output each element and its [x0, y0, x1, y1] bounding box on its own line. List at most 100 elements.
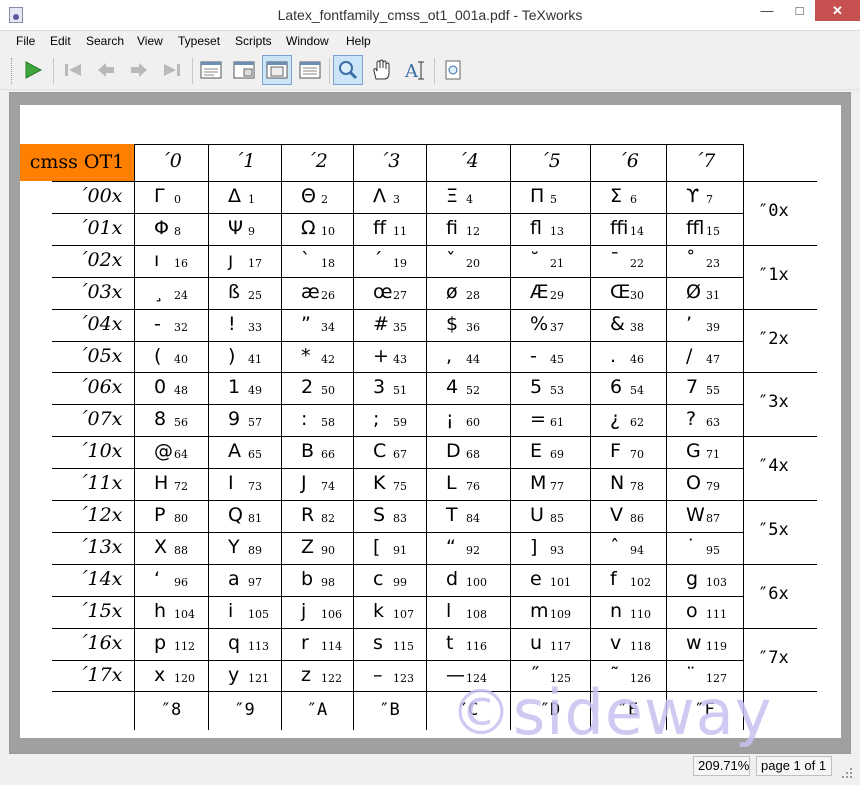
char-glyph: 9 — [228, 408, 241, 430]
row-label: ´03x — [78, 281, 123, 303]
menu-file[interactable]: File — [16, 34, 35, 48]
magnify-tool-icon[interactable] — [333, 55, 363, 85]
char-code: 17 — [248, 257, 262, 270]
maximize-icon[interactable]: □ — [784, 0, 815, 21]
char-code: 72 — [174, 480, 188, 493]
close-icon[interactable]: ✕ — [815, 0, 860, 21]
pdf-viewer[interactable]: cmss OT1 ´0 ´1 ´2 ´3 ´4 ´5 ´6 ´7 ´00x ´01x ´02x ´03… — [9, 92, 851, 754]
char-code: 48 — [174, 384, 188, 397]
char-code: 32 — [174, 321, 188, 334]
char-code: 34 — [321, 321, 335, 334]
char-glyph: “ — [446, 536, 456, 558]
char-glyph: ! — [228, 313, 236, 335]
char-glyph: i — [228, 600, 234, 622]
side-label: ″4x — [758, 456, 789, 476]
toolbar-grip[interactable] — [11, 58, 14, 84]
char-glyph: , — [446, 345, 453, 367]
char-glyph: w — [686, 632, 702, 654]
char-glyph: : — [301, 408, 308, 430]
menu-search[interactable]: Search — [86, 34, 124, 48]
char-code: 61 — [550, 416, 564, 429]
char-code: 37 — [550, 321, 564, 334]
menu-bar: File Edit Search View Typeset Scripts Wi… — [0, 31, 860, 52]
last-page-icon[interactable] — [157, 55, 187, 85]
resize-grip-icon[interactable] — [840, 766, 854, 780]
char-code: 84 — [466, 512, 480, 525]
char-glyph: z — [301, 664, 311, 686]
char-glyph: F — [610, 440, 621, 462]
char-glyph: I — [228, 472, 234, 494]
char-code: 105 — [248, 608, 269, 621]
char-glyph: S — [373, 504, 386, 526]
char-code: 64 — [174, 448, 188, 461]
menu-help[interactable]: Help — [346, 34, 371, 48]
menu-typeset[interactable]: Typeset — [178, 34, 220, 48]
char-glyph: q — [228, 632, 241, 654]
char-code: 40 — [174, 353, 188, 366]
char-glyph: Ψ — [228, 217, 243, 239]
char-glyph: 5 — [530, 376, 543, 398]
char-glyph: f — [610, 568, 617, 590]
page-indicator: page 1 of 1 — [756, 756, 832, 776]
char-code: 16 — [174, 257, 188, 270]
column-header: ´0 — [160, 150, 182, 172]
fit-content-icon[interactable] — [295, 55, 325, 85]
char-code: 104 — [174, 608, 195, 621]
char-code: 120 — [174, 672, 195, 685]
first-page-icon[interactable] — [58, 55, 88, 85]
previous-page-icon[interactable] — [91, 55, 121, 85]
char-code: 108 — [466, 608, 487, 621]
pdf-page: cmss OT1 ´0 ´1 ´2 ´3 ´4 ´5 ´6 ´7 ´00x ´01x ´02x ´03… — [20, 105, 841, 749]
char-glyph: * — [301, 345, 311, 367]
actual-size-icon[interactable] — [196, 55, 226, 85]
title-bar: Latex_fontfamily_cmss_ot1_001a.pdf - TeX… — [0, 0, 860, 31]
goto-source-icon[interactable] — [438, 55, 468, 85]
char-glyph: R — [301, 504, 315, 526]
char-glyph: Y — [228, 536, 240, 558]
char-code: 101 — [550, 576, 571, 589]
menu-window[interactable]: Window — [286, 34, 329, 48]
menu-scripts[interactable]: Scripts — [235, 34, 272, 48]
char-glyph: – — [373, 664, 383, 686]
char-glyph: G — [686, 440, 701, 462]
fit-width-icon[interactable] — [229, 55, 259, 85]
char-code: 118 — [630, 640, 651, 653]
char-glyph: B — [301, 440, 315, 462]
char-glyph: 0 — [154, 376, 167, 398]
hand-scroll-icon[interactable] — [366, 55, 396, 85]
menu-edit[interactable]: Edit — [50, 34, 71, 48]
typeset-run-icon[interactable] — [18, 55, 48, 85]
char-glyph: D — [446, 440, 461, 462]
side-label: ″5x — [758, 520, 789, 540]
fit-page-icon[interactable] — [262, 55, 292, 85]
menu-view[interactable]: View — [137, 34, 163, 48]
char-glyph: O — [686, 472, 701, 494]
char-glyph: b — [301, 568, 314, 590]
char-code: 13 — [550, 225, 564, 238]
side-label: ″3x — [758, 392, 789, 412]
char-glyph: & — [610, 313, 625, 335]
char-code: 19 — [393, 257, 407, 270]
char-code: 42 — [321, 353, 335, 366]
char-code: 94 — [630, 544, 644, 557]
column-header: ´4 — [457, 150, 479, 172]
char-code: 88 — [174, 544, 188, 557]
row-label: ´16x — [78, 632, 123, 654]
side-label: ″2x — [758, 329, 789, 349]
char-glyph: ` — [301, 249, 311, 271]
char-glyph: ; — [373, 408, 380, 430]
char-code: 49 — [248, 384, 262, 397]
char-code: 38 — [630, 321, 644, 334]
select-text-icon[interactable]: A — [399, 55, 429, 85]
char-glyph: h — [154, 600, 167, 622]
next-page-icon[interactable] — [124, 55, 154, 85]
char-glyph: m — [530, 600, 549, 622]
char-code: 83 — [393, 512, 407, 525]
char-code: 4 — [466, 193, 473, 206]
char-code: 96 — [174, 576, 188, 589]
char-code: 44 — [466, 353, 480, 366]
char-code: 58 — [321, 416, 335, 429]
minimize-icon[interactable]: — — [750, 0, 784, 21]
char-code: 107 — [393, 608, 414, 621]
char-code: 92 — [466, 544, 480, 557]
